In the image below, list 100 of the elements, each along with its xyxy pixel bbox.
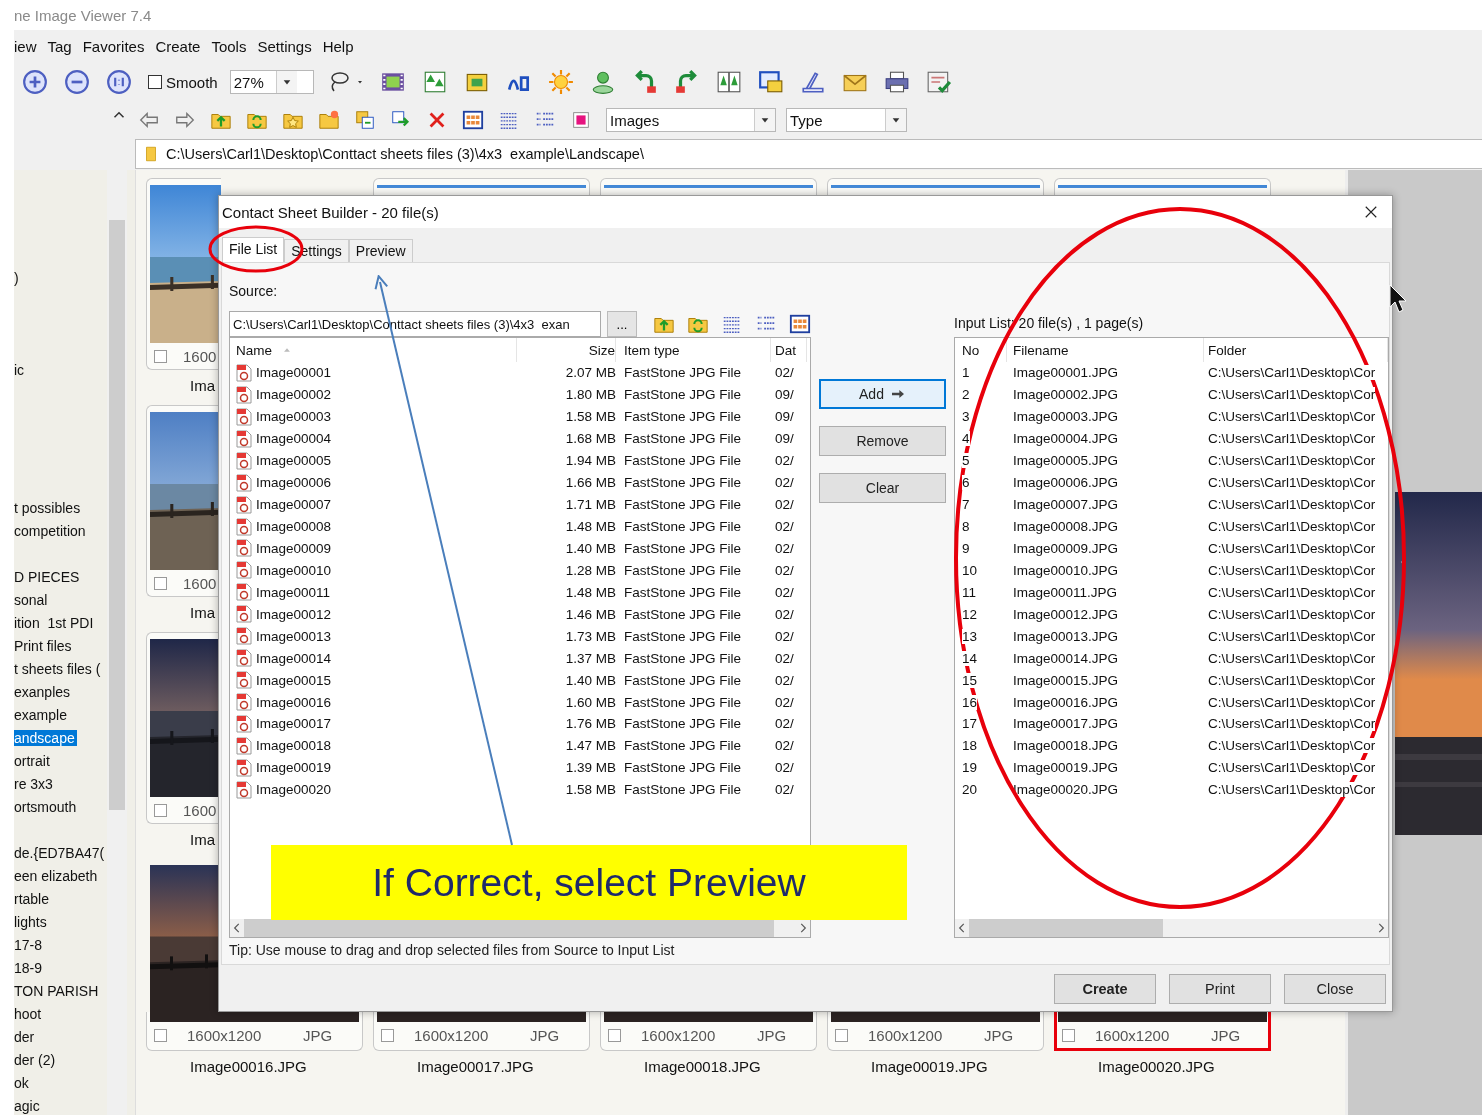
action-button[interactable]: Remove	[819, 426, 946, 456]
menu-item[interactable]: Favorites	[82, 37, 145, 55]
folder-tree-item[interactable]: de.{ED7BA47(	[14, 844, 107, 861]
folder-tree-item[interactable]: hoot	[14, 1005, 44, 1022]
smooth-checkbox[interactable]: Smooth	[148, 73, 218, 91]
table-cell: 5	[962, 453, 970, 469]
file-name: Image00004	[256, 431, 332, 447]
folder-tree-item[interactable]: TON PARISH	[14, 982, 101, 999]
table-cell: 16	[962, 694, 978, 710]
table-cell-text: FastStone JPG File	[623, 540, 743, 556]
file-name: Image00017	[256, 716, 332, 732]
browse-button[interactable]: ...	[607, 311, 637, 337]
table-cell: C:\Users\Carl1\Desktop\Cor	[1208, 365, 1376, 381]
table-cell-text: Image00009.JPG	[1012, 540, 1120, 556]
folder-tree-item[interactable]: ic	[14, 361, 27, 378]
table-cell-text: FastStone JPG File	[623, 365, 743, 381]
table-cell-text: Image00020.JPG	[1012, 782, 1120, 798]
table-cell-text: 1.66 MB	[564, 475, 616, 491]
file-name: Image00016	[256, 694, 332, 710]
folder-tree-item[interactable]: sonal	[14, 591, 50, 608]
menu-item[interactable]: Tag	[47, 37, 72, 55]
folder-tree-item[interactable]: t possibles	[14, 499, 83, 516]
table-cell-text: Image00010.JPG	[1012, 562, 1120, 578]
dialog-title: Contact Sheet Builder - 20 file(s)	[222, 203, 439, 221]
folder-tree-item[interactable]: ortrait	[14, 752, 52, 769]
file-name: Image00018	[256, 738, 332, 754]
thumbnail-card[interactable]: 1600	[146, 632, 221, 824]
table-cell-text: 02/	[774, 453, 795, 469]
tab[interactable]: File List	[222, 237, 285, 263]
column-header[interactable]: Folder	[1204, 338, 1388, 362]
folder-tree-item[interactable]: Print files	[14, 637, 74, 654]
folder-tree-item[interactable]: der (2)	[14, 1051, 58, 1068]
table-cell-text: 1.80 MB	[564, 387, 616, 403]
action-button[interactable]: Create	[1054, 974, 1156, 1004]
table-cell-text: Image00015.JPG	[1012, 672, 1120, 688]
thumbnail-card[interactable]: 1600x1200 JPG	[146, 1012, 363, 1051]
table-cell-text: FastStone JPG File	[623, 606, 743, 622]
folder-tree-item[interactable]: ok	[14, 1074, 31, 1091]
menu-item[interactable]: Tools	[211, 37, 247, 55]
folder-tree-item[interactable]: ition 1st PDI	[14, 614, 96, 631]
action-button[interactable]: Print	[1169, 974, 1271, 1004]
folder-tree-item[interactable]: agic	[14, 1097, 42, 1114]
folder-tree-item[interactable]: andscape	[14, 729, 77, 746]
table-cell: C:\Users\Carl1\Desktop\Cor	[1208, 716, 1376, 732]
table-cell-text: 1.40 MB	[564, 672, 616, 688]
folder-tree-item[interactable]: t sheets files (	[14, 660, 103, 677]
path-field[interactable]: C:\Users\Carl1\Desktop\Conttact sheets files (3)\4x3 example\Landscape\	[135, 139, 1482, 169]
file-name: Ima	[190, 376, 215, 394]
image-dimensions: 1600x1200	[868, 1026, 944, 1044]
folder-tree-item[interactable]: exanples	[14, 683, 73, 700]
table-cell: 15	[962, 672, 978, 688]
column-header[interactable]: Filename	[1007, 338, 1204, 362]
table-cell-text: 1.47 MB	[564, 738, 616, 754]
thumbnail-card[interactable]: 1600x1200 JPG	[827, 1012, 1044, 1051]
image-dimensions: 1600x1200	[414, 1026, 490, 1044]
column-header[interactable]: Size	[517, 338, 616, 362]
tab[interactable]: Preview	[348, 239, 413, 262]
folder-tree-item[interactable]: 17-8	[14, 936, 45, 953]
folder-tree-item[interactable]: re 3x3	[14, 775, 55, 792]
folder-tree-item[interactable]: 18-9	[14, 959, 45, 976]
menu-item[interactable]: iew	[14, 37, 37, 55]
zoom-dropdown[interactable]: 27%	[229, 70, 314, 94]
column-header[interactable]: Item type	[616, 338, 771, 362]
folder-tree-item[interactable]: der	[14, 1028, 37, 1045]
file-name: Image00005	[256, 453, 332, 469]
table-cell-text: FastStone JPG File	[623, 738, 743, 754]
folder-tree-item[interactable]: ortsmouth	[14, 798, 79, 815]
table-cell-text: FastStone JPG File	[623, 760, 743, 776]
folder-tree-item[interactable]: lights	[14, 913, 49, 930]
action-button[interactable]: Close	[1284, 974, 1386, 1004]
folder-tree-item[interactable]: een elizabeth	[14, 867, 100, 884]
folder-tree-item[interactable]: example	[14, 706, 69, 723]
column-header[interactable]: No	[955, 338, 1007, 362]
add-button[interactable]: Add	[819, 379, 946, 409]
file-name: Image00014	[256, 650, 332, 666]
menu-item[interactable]: Create	[155, 37, 201, 55]
column-header[interactable]: Dat	[771, 338, 807, 362]
filter-dropdown[interactable]: Images	[606, 108, 776, 132]
folder-tree-item[interactable]: rtable	[14, 890, 52, 907]
menu-item[interactable]: Settings	[257, 37, 312, 55]
folder-tree-item[interactable]: )	[14, 269, 21, 286]
menu-item[interactable]: Help	[322, 37, 354, 55]
table-cell-text: 02/	[774, 694, 795, 710]
column-header[interactable]: Name	[230, 338, 517, 362]
table-cell-text: Image00004.JPG	[1012, 431, 1120, 447]
image-dimensions: 1600x1200	[187, 1026, 263, 1044]
folder-tree-item[interactable]: competition	[14, 522, 88, 539]
table-cell-text: FastStone JPG File	[623, 628, 743, 644]
thumbnail-card[interactable]: 1600	[146, 405, 221, 597]
action-button[interactable]: Clear	[819, 473, 946, 503]
folder-tree-item[interactable]: D PIECES	[14, 568, 82, 585]
file-name: Image00020.JPG	[1098, 1057, 1215, 1075]
sort-dropdown[interactable]: Type	[786, 108, 907, 132]
thumbnail-card[interactable]: 1600	[146, 178, 221, 370]
table-cell-text: 02/	[774, 650, 795, 666]
thumbnail-card[interactable]: 1600x1200 JPG	[1054, 1012, 1271, 1051]
thumbnail-card[interactable]: 1600x1200 JPG	[373, 1012, 590, 1051]
thumbnail-card[interactable]: 1600x1200 JPG	[600, 1012, 817, 1051]
table-cell-text: Image00002.JPG	[1012, 387, 1120, 403]
table-cell-text: Image00005.JPG	[1012, 453, 1120, 469]
